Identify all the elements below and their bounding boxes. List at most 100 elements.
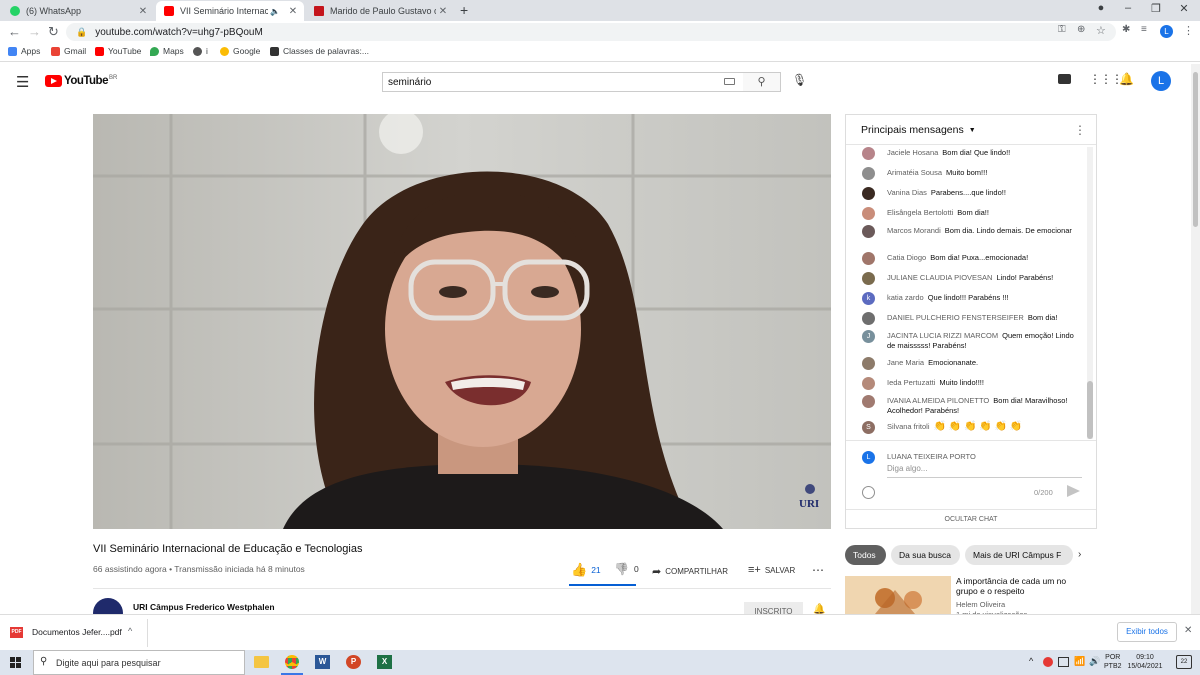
display-tray-icon[interactable] [1058,657,1069,667]
download-file-name[interactable]: Documentos Jefer....pdf [32,627,122,637]
bookmark-i[interactable]: i [193,46,208,56]
notifications-bell-icon[interactable]: 🔔 [1119,72,1134,86]
chat-author-name[interactable]: Ieda Pertuzatti [887,378,935,387]
minimize-icon[interactable]: – [1114,2,1142,14]
show-hidden-icons-icon[interactable]: ^ [1029,656,1033,666]
suggestion-thumbnail[interactable] [845,576,951,614]
chat-author-avatar[interactable]: S [862,421,875,434]
bookmark-classes[interactable]: Classes de palavras:... [270,46,369,56]
new-tab-button[interactable]: + [460,2,468,18]
profile-menu-icon[interactable]: ● [1087,2,1115,14]
powerpoint-icon[interactable]: P [346,655,361,669]
chat-author-name[interactable]: Jane Maria [887,358,924,367]
search-input[interactable]: seminário [382,72,744,92]
bookmark-youtube[interactable]: YouTube [95,46,141,56]
close-download-bar-icon[interactable]: ✕ [1184,625,1192,636]
speaker-icon[interactable]: 🔈 [268,7,282,16]
chat-author-name[interactable]: Jaciele Hosana [887,148,938,157]
video-player[interactable]: URI [93,114,831,529]
bookmark-google[interactable]: Google [220,46,260,56]
volume-icon[interactable]: 🔊 [1089,656,1100,667]
bookmark-gmail[interactable]: Gmail [51,46,86,56]
chat-author-name[interactable]: JACINTA LUCIA RIZZI MARCOM [887,331,998,340]
forward-icon[interactable]: → [28,24,41,39]
clock[interactable]: 09:10 15/04/2021 [1125,653,1165,671]
antivirus-tray-icon[interactable] [1043,657,1053,667]
input-language[interactable]: POR PTB2 [1104,653,1122,671]
filter-from-channel[interactable]: Mais de URI Câmpus F [965,545,1073,565]
hide-chat-button[interactable]: OCULTAR CHAT [846,516,1096,523]
more-actions-icon[interactable]: ⋯ [812,563,824,577]
kebab-menu-icon[interactable]: ⋮ [1183,24,1194,37]
chat-author-avatar[interactable] [862,207,875,220]
chrome-icon[interactable] [285,655,299,669]
chat-author-avatar[interactable] [862,395,875,408]
chat-author-avatar[interactable] [862,187,875,200]
url-bar[interactable]: 🔒 youtube.com/watch?v=uhg7-pBQouM [66,23,1116,41]
suggestion-title[interactable]: A importância de cada um no grupo e o re… [956,576,1086,596]
word-icon[interactable]: W [315,655,330,669]
chat-author-avatar[interactable] [862,312,875,325]
close-icon[interactable]: ✕ [136,6,150,17]
channel-name[interactable]: URI Câmpus Frederico Westphalen [133,602,275,612]
chat-author-avatar[interactable] [862,357,875,370]
filter-all[interactable]: Todos [845,545,886,565]
page-scrollbar-thumb[interactable] [1193,72,1198,227]
hamburger-menu-icon[interactable]: ☰ [16,73,29,91]
chat-author-name[interactable]: IVANIA ALMEIDA PILONETTO [887,396,989,405]
windows-start-icon[interactable] [10,657,21,668]
tab-whatsapp[interactable]: (6) WhatsApp ✕ [2,1,154,21]
chat-author-name[interactable]: Silvana fritoli [887,422,930,431]
notification-center-icon[interactable]: 22 [1176,655,1192,669]
excel-icon[interactable]: X [377,655,392,669]
keyboard-icon[interactable] [724,78,735,85]
search-button[interactable]: ⚲ [743,72,781,92]
chat-author-name[interactable]: JULIANE CLAUDIA PIOVESAN [887,273,992,282]
emoji-icon[interactable] [862,486,875,499]
file-explorer-icon[interactable] [254,656,269,668]
media-icon[interactable]: ≡ [1141,24,1147,35]
chat-author-name[interactable]: Catia Diogo [887,253,926,262]
dislike-button[interactable]: 👎 0 [614,562,639,576]
chat-mode-dropdown[interactable]: Principais mensagens ▼ [861,124,976,136]
download-options-icon[interactable]: ^ [128,626,132,636]
bookmark-maps[interactable]: Maps [150,46,184,56]
send-icon[interactable] [1067,485,1080,497]
restore-icon[interactable]: ❐ [1142,2,1170,15]
window-close-icon[interactable]: ✕ [1170,2,1198,15]
bookmark-apps[interactable]: Apps [8,46,40,56]
chat-author-avatar[interactable] [862,272,875,285]
youtube-logo[interactable]: YouTube BR [45,75,117,87]
chat-author-avatar[interactable] [862,252,875,265]
chat-author-avatar[interactable] [862,147,875,160]
key-icon[interactable]: ⚿ [1058,24,1066,35]
back-icon[interactable]: ← [8,24,21,39]
like-button[interactable]: 👍 21 [571,562,601,578]
chat-scrollbar-thumb[interactable] [1087,381,1093,439]
extensions-icon[interactable]: ✱ [1122,24,1130,35]
chat-author-name[interactable]: DANIEL PULCHERIO FENSTERSEIFER [887,313,1024,322]
account-avatar[interactable]: L [1151,71,1171,91]
chat-author-name[interactable]: Vanina Dias [887,188,927,197]
show-all-downloads-button[interactable]: Exibir todos [1117,622,1177,642]
filter-from-search[interactable]: Da sua busca [891,545,960,565]
chat-author-avatar[interactable] [862,377,875,390]
close-icon[interactable]: ✕ [286,6,300,17]
tab-news[interactable]: Marido de Paulo Gustavo compa ✕ [306,1,454,21]
tab-youtube[interactable]: VII Seminário Internacional de 🔈 ✕ [156,1,304,21]
translate-icon[interactable]: ⊕ [1077,24,1085,35]
wifi-icon[interactable]: 📶 [1074,656,1085,667]
chevron-right-icon[interactable]: › [1078,549,1081,560]
chat-author-avatar[interactable]: J [862,330,875,343]
chat-author-avatar[interactable]: k [862,292,875,305]
chat-author-name[interactable]: Elisângela Bertolotti [887,208,953,217]
chat-author-avatar[interactable] [862,225,875,238]
chat-input[interactable]: Diga algo... [887,464,1082,478]
chat-author-name[interactable]: Marcos Morandi [887,226,941,235]
share-button[interactable]: ➦ COMPARTILHAR [652,565,728,578]
chat-menu-icon[interactable]: ⋮ [1074,123,1086,137]
reload-icon[interactable]: ↻ [48,24,59,40]
microphone-icon[interactable]: 🎙 [792,73,807,87]
star-icon[interactable]: ☆ [1096,24,1106,37]
chat-author-avatar[interactable] [862,167,875,180]
